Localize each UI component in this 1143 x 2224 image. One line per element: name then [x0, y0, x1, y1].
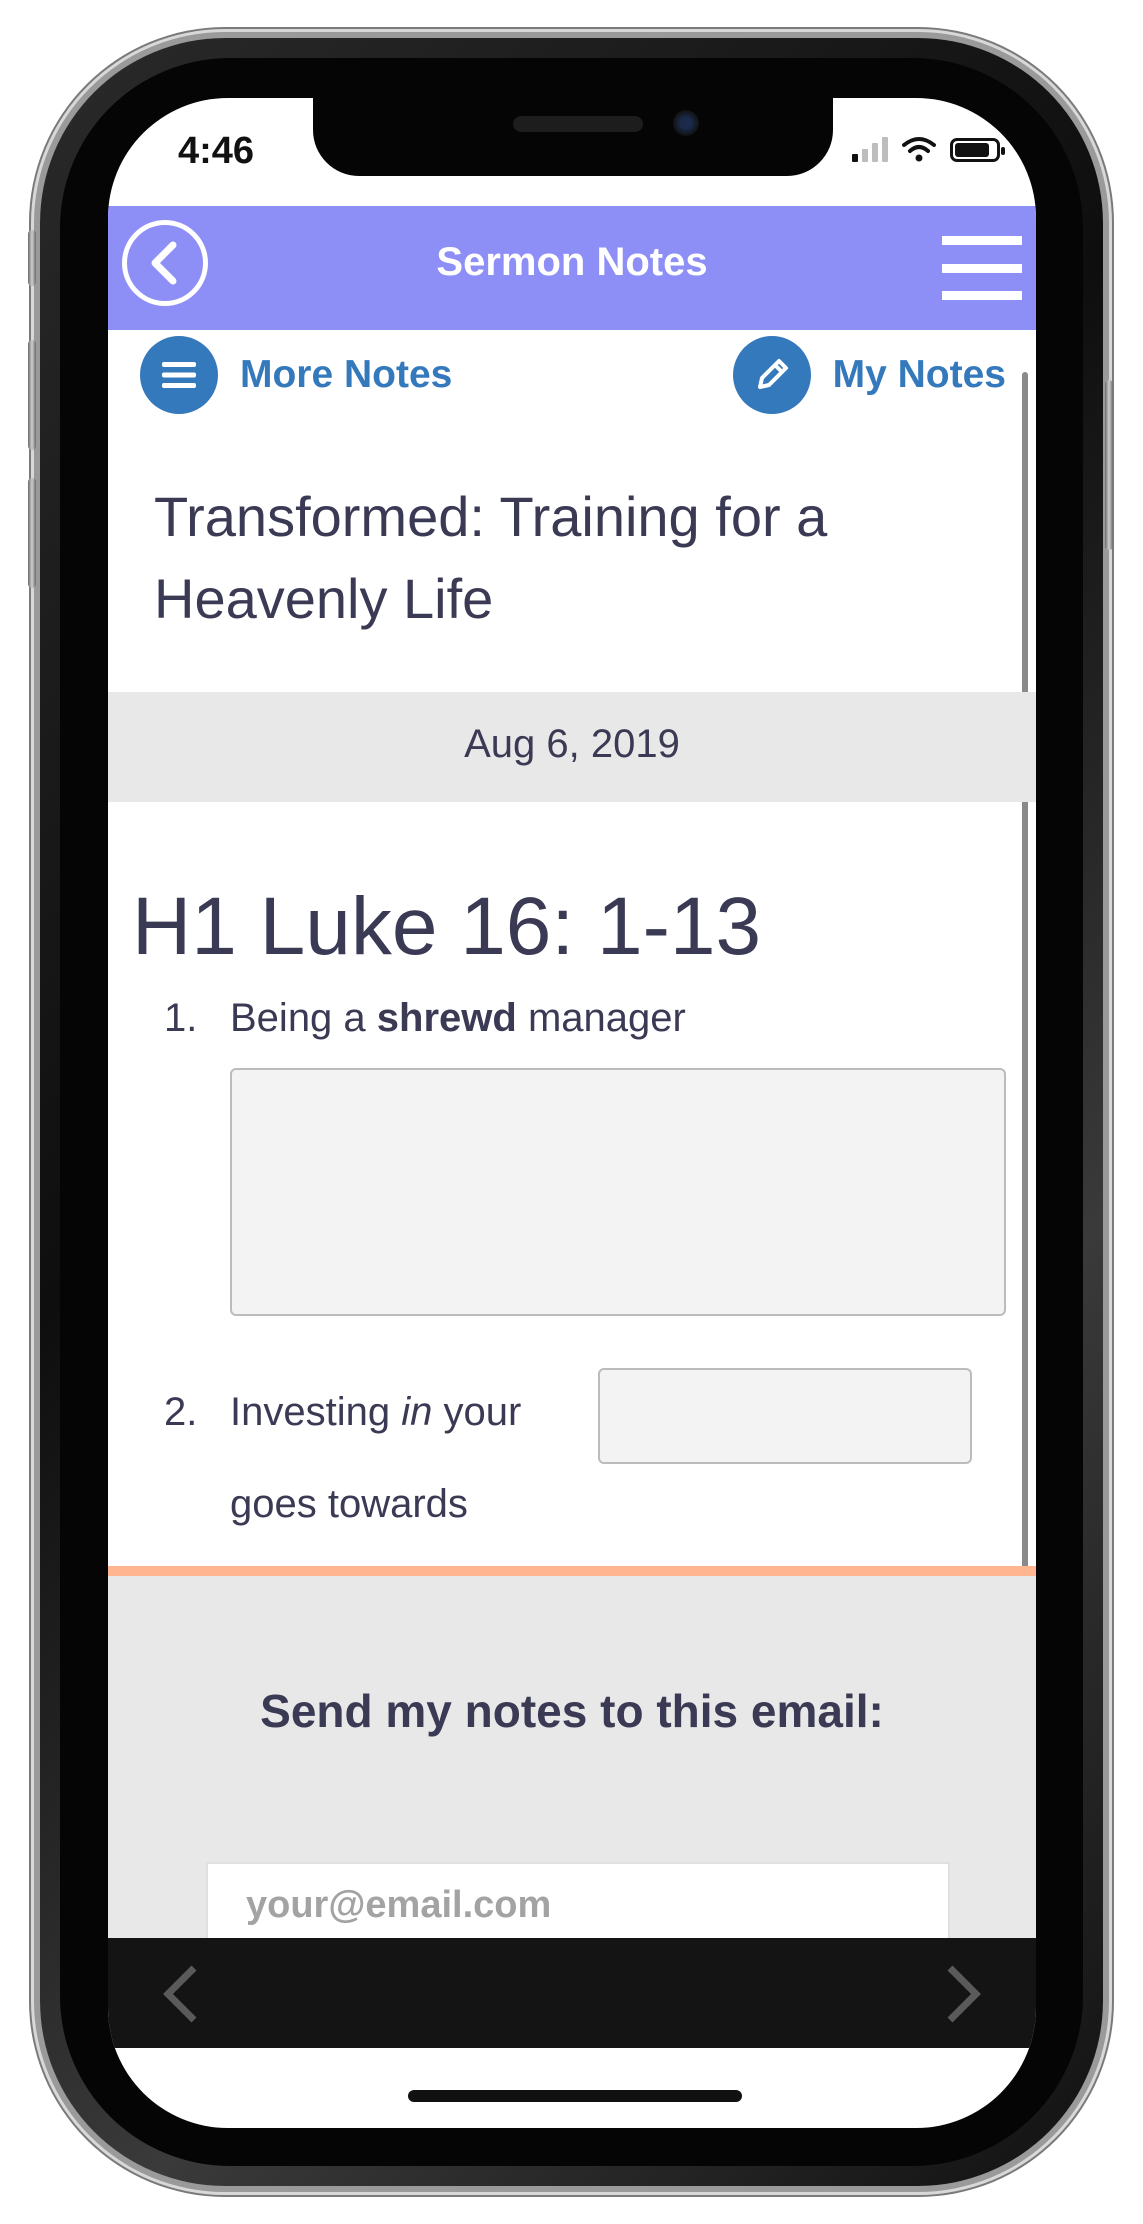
pencil-icon [732, 336, 811, 414]
item-1-number: 1. [164, 996, 198, 1040]
speaker-grille [513, 116, 643, 132]
mute-switch [28, 230, 36, 286]
screen: 4:46 Sermon Notes More Notes My Notes Tr… [108, 98, 1036, 2128]
volume-down-button [28, 478, 36, 588]
email-heading: Send my notes to this email: [260, 1685, 884, 1737]
my-notes-link[interactable]: My Notes [732, 336, 1006, 414]
volume-up-button [28, 340, 36, 450]
battery-icon [950, 138, 1005, 162]
item-1-text: Being a shrewd manager [230, 996, 686, 1040]
sermon-date: Aug 6, 2019 [464, 722, 680, 766]
header-title: Sermon Notes [436, 240, 708, 284]
status-time: 4:46 [178, 130, 255, 172]
my-notes-label: My Notes [832, 353, 1006, 396]
wifi-icon [902, 137, 936, 162]
section-heading: H1 Luke 16: 1-13 [132, 881, 762, 972]
notes-textarea[interactable] [230, 1068, 1006, 1316]
cellular-signal-icon [852, 136, 888, 162]
next-button[interactable] [940, 1964, 986, 2029]
item-2-number: 2. [164, 1390, 198, 1434]
power-button [1105, 380, 1113, 550]
bottom-navigation-bar [108, 1938, 1036, 2048]
more-notes-link[interactable]: More Notes [140, 336, 452, 414]
sub-navigation: More Notes My Notes [108, 330, 1036, 420]
email-section: Send my notes to this email: your@email.… [108, 1566, 1036, 1962]
notch [313, 98, 833, 176]
more-notes-label: More Notes [240, 353, 453, 396]
status-icons [852, 136, 1005, 162]
item-2-text: Investing in your [230, 1390, 522, 1434]
item-2-continuation: goes towards [230, 1482, 468, 1526]
sermon-title: Transformed: Training for a Heavenly Lif… [154, 485, 828, 630]
date-band: Aug 6, 2019 [108, 692, 1036, 802]
menu-button[interactable] [942, 236, 1022, 300]
home-indicator[interactable] [408, 2090, 742, 2102]
list-icon [140, 336, 218, 414]
item-1-bold-word: shrewd [376, 996, 517, 1040]
previous-button[interactable] [158, 1964, 204, 2029]
scrollbar[interactable] [1022, 372, 1028, 1694]
front-camera [673, 110, 699, 136]
app-header: Sermon Notes [108, 206, 1036, 330]
chevron-right-icon [947, 1965, 981, 2023]
hamburger-menu-icon [942, 236, 1022, 245]
item-2-italic-word: in [401, 1390, 433, 1434]
fill-in-blank-input[interactable] [598, 1368, 972, 1464]
chevron-left-icon [163, 1965, 197, 2023]
